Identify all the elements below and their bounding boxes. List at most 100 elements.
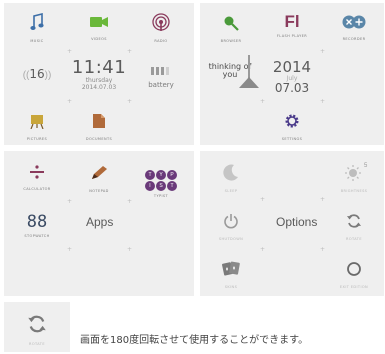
sun-icon xyxy=(345,165,361,181)
grid-plus-icon: + xyxy=(67,48,73,55)
flash-player-label: FLASH PLAYER xyxy=(276,34,308,38)
clock-weekday: thursday xyxy=(85,77,113,84)
videos-tile[interactable]: VIDEOS xyxy=(69,15,129,41)
volume-tile[interactable]: ((16)) xyxy=(7,65,67,83)
moon-icon xyxy=(223,164,238,181)
typist-key: S xyxy=(156,181,166,191)
sleep-label: SLEEP xyxy=(224,189,238,193)
recorder-tile[interactable]: RECORDER xyxy=(324,15,384,41)
rotate-label: ROTATE xyxy=(346,237,362,241)
date-year: 2014 xyxy=(272,58,312,76)
pictures-tile[interactable]: PICTURES xyxy=(7,113,67,141)
typist-key: P xyxy=(167,170,177,180)
skins-tile[interactable]: SKINS xyxy=(201,259,261,289)
settings-label: SETTINGS xyxy=(281,137,303,141)
battery-bars-icon xyxy=(151,67,169,75)
typist-keys-icon: T Y P I S T xyxy=(145,170,177,191)
rotate-tile[interactable]: ROTATE xyxy=(324,213,384,241)
settings-tile[interactable]: SETTINGS xyxy=(262,113,322,141)
pictures-label: PICTURES xyxy=(26,137,48,141)
typist-label: TYPIST xyxy=(153,194,169,198)
grid-plus-icon: + xyxy=(320,246,326,253)
grid-plus-icon: + xyxy=(67,246,73,253)
radio-tile[interactable]: RADIO xyxy=(131,13,191,43)
typist-tile[interactable]: T Y P I S T TYPIST xyxy=(131,163,191,198)
grid-plus-icon: + xyxy=(320,48,326,55)
apps-panel: CALCULATOR NOTEPAD T Y P I S T TYPIST 88… xyxy=(4,151,194,296)
browser-label: BROWSER xyxy=(220,39,242,43)
clock-date: 2014.07.03 xyxy=(81,84,117,91)
typist-key: T xyxy=(145,170,155,180)
calculator-label: CALCULATOR xyxy=(23,187,51,191)
music-tile[interactable]: MUSIC xyxy=(7,12,67,43)
flash-logo-icon: Fl xyxy=(284,12,300,31)
brightness-label: BRIGHTNESS xyxy=(340,189,368,193)
grid-plus-icon: + xyxy=(127,246,133,253)
date-day: 07.03 xyxy=(274,81,310,95)
stopwatch-tile[interactable]: 88 STOPWATCH xyxy=(7,213,67,238)
documents-tile[interactable]: DOCUMENTS xyxy=(69,113,129,141)
grid-plus-icon: + xyxy=(260,98,266,105)
pencil-icon xyxy=(92,166,107,179)
radio-label: RADIO xyxy=(154,39,168,43)
exit-label: EXIT EDITION xyxy=(339,285,369,289)
divide-icon xyxy=(30,165,44,179)
typist-key: I xyxy=(145,181,155,191)
power-icon xyxy=(224,214,238,229)
footer-description: 画面を180度回転させて使用することができます。 xyxy=(80,335,309,346)
typist-key: T xyxy=(167,181,177,191)
flash-player-tile[interactable]: Fl FLASH PLAYER xyxy=(262,12,322,39)
calculator-tile[interactable]: CALCULATOR xyxy=(7,165,67,191)
grid-plus-icon: + xyxy=(127,98,133,105)
music-note-icon xyxy=(30,12,44,30)
grid-plus-icon: + xyxy=(260,246,266,253)
radio-antenna-icon xyxy=(152,13,170,31)
clock-time: 11:41 xyxy=(71,57,127,78)
grid-plus-icon: + xyxy=(127,198,133,205)
video-camera-icon xyxy=(90,17,108,27)
typist-key: Y xyxy=(156,170,166,180)
recorder-icon xyxy=(342,15,366,29)
brightness-tile[interactable]: 5 BRIGHTNESS xyxy=(324,163,384,193)
grid-plus-icon: + xyxy=(320,196,326,203)
shutdown-tile[interactable]: SHUTDOWN xyxy=(201,213,261,241)
notepad-label: NOTEPAD xyxy=(89,189,109,193)
shutdown-label: SHUTDOWN xyxy=(218,237,244,241)
circle-icon xyxy=(347,262,361,276)
document-icon xyxy=(93,114,105,128)
rotate-example-tile: ROTATE xyxy=(4,302,70,352)
notepad-tile[interactable]: NOTEPAD xyxy=(69,165,129,193)
easel-icon xyxy=(30,115,44,130)
browser-panel: BROWSER Fl FLASH PLAYER RECORDER thinkin… xyxy=(200,3,384,145)
options-panel: SLEEP 5 BRIGHTNESS SHUTDOWN Options ROTA… xyxy=(200,151,384,296)
playing-cards-icon xyxy=(222,261,240,276)
sleep-tile[interactable]: SLEEP xyxy=(201,163,261,193)
record-player-arm-icon xyxy=(239,77,259,88)
battery-tile: battery xyxy=(131,63,191,89)
apps-heading: Apps xyxy=(86,215,114,229)
grid-plus-icon: + xyxy=(260,196,266,203)
gear-icon xyxy=(285,114,299,128)
grid-plus-icon: + xyxy=(127,48,133,55)
stopwatch-label: STOPWATCH xyxy=(24,234,50,238)
exit-tile[interactable]: EXIT EDITION xyxy=(324,261,384,289)
volume-waves-right-icon: )) xyxy=(44,70,52,81)
rotate-icon xyxy=(347,214,361,228)
rotate-example-label: ROTATE xyxy=(29,342,45,346)
documents-label: DOCUMENTS xyxy=(85,137,113,141)
date-tile: 2014 July 07.03 xyxy=(262,59,322,95)
videos-label: VIDEOS xyxy=(91,37,107,41)
home-panel: MUSIC VIDEOS RADIO ((16)) 11:41 thursday… xyxy=(4,3,194,145)
stopwatch-digits-icon: 88 xyxy=(26,212,48,232)
music-label: MUSIC xyxy=(30,39,44,43)
battery-label: battery xyxy=(148,81,174,89)
recorder-label: RECORDER xyxy=(342,37,366,41)
rotate-example: ROTATE xyxy=(4,314,70,346)
grid-plus-icon: + xyxy=(67,198,73,205)
options-heading: Options xyxy=(276,215,318,229)
magnifier-icon xyxy=(224,16,239,31)
browser-tile[interactable]: BROWSER xyxy=(201,15,261,43)
brightness-level: 5 xyxy=(364,163,368,169)
grid-plus-icon: + xyxy=(67,98,73,105)
rotate-icon xyxy=(28,315,46,333)
